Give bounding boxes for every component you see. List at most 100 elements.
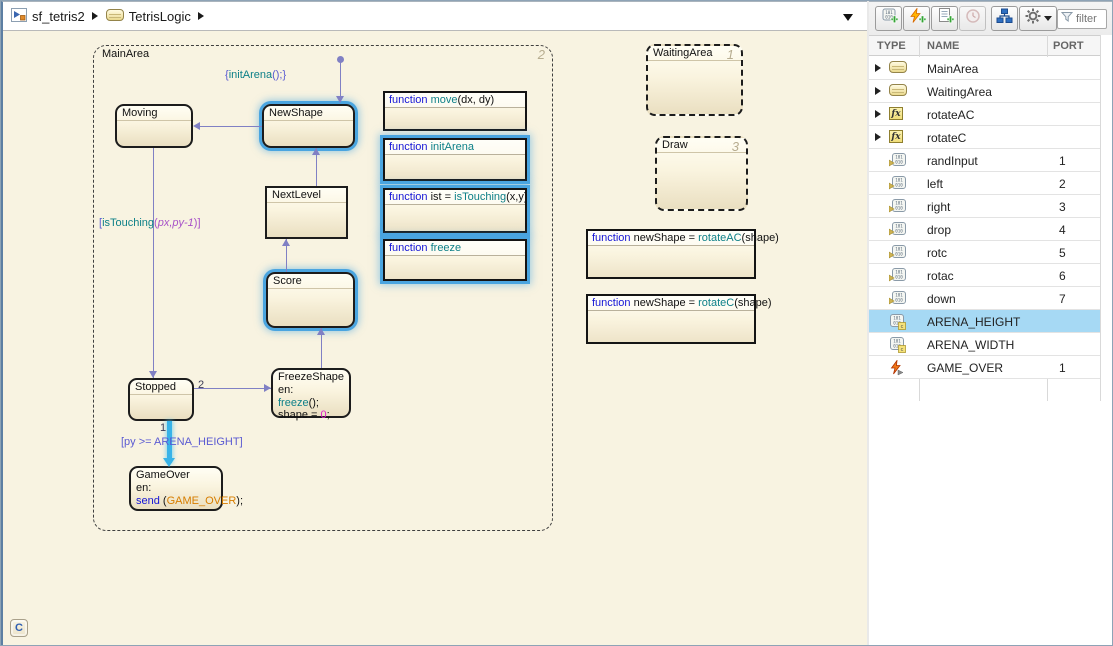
symbols-toolbar: 101010: [869, 2, 1113, 35]
state-stopped[interactable]: Stopped: [128, 378, 194, 421]
symbol-name: ARENA_WIDTH: [927, 338, 1014, 352]
breadcrumb-chart[interactable]: TetrisLogic: [106, 9, 191, 24]
table-row[interactable]: WaitingArea: [869, 80, 1100, 103]
symbol-name: down: [927, 292, 956, 306]
data-input-type-icon: 101010: [889, 245, 906, 265]
stateflow-editor-window: sf_tetris2 TetrisLogic MainArea 2: [0, 0, 1113, 646]
state-score[interactable]: Score: [266, 272, 355, 328]
state-gameover[interactable]: GameOver en: send(GAME_OVER);: [129, 466, 223, 511]
default-transition-origin[interactable]: [337, 56, 344, 63]
transition-order-label[interactable]: 1: [160, 422, 166, 434]
arrowhead-icon: [149, 371, 157, 378]
label-part: shape =: [278, 409, 321, 421]
table-row[interactable]: 101010 right 3: [869, 195, 1100, 218]
label-part: isTouching: [454, 191, 506, 203]
state-type-icon: [889, 61, 907, 73]
symbols-table: MainArea WaitingArea fx rotateAC fx rota…: [869, 57, 1100, 379]
transition-moving-to-stopped[interactable]: [153, 148, 154, 378]
column-header-port[interactable]: PORT: [1053, 40, 1084, 52]
expander-icon[interactable]: [875, 64, 881, 72]
execution-order-badge: 1: [727, 47, 734, 62]
state-title: NewShape: [264, 106, 353, 121]
table-row[interactable]: fx rotateC: [869, 126, 1100, 149]
transition-stopped-to-freezeshape[interactable]: [194, 388, 271, 389]
add-event-button[interactable]: [903, 6, 930, 31]
function-move[interactable]: functionmove(dx, dy): [383, 91, 527, 131]
state-freezeshape[interactable]: FreezeShape en: freeze(); shape = 0;: [271, 368, 351, 418]
chart-icon: [106, 9, 124, 24]
table-row[interactable]: 101010 left 2: [869, 172, 1100, 195]
arrowhead-icon: [282, 239, 290, 246]
data-input-type-icon: 101010: [889, 199, 906, 219]
transition-order-label[interactable]: 2: [198, 379, 204, 391]
table-row[interactable]: GAME_OVER 1: [869, 356, 1100, 379]
symbol-port: 3: [1059, 200, 1066, 214]
function-rotatec[interactable]: functionnewShape = rotateC(shape): [586, 294, 756, 344]
function-rotateac[interactable]: functionnewShape = rotateAC(shape): [586, 229, 756, 279]
transition-label-gameover-condition[interactable]: [py >= ARENA_HEIGHT]: [121, 436, 243, 448]
state-newshape[interactable]: NewShape: [262, 104, 355, 148]
table-row[interactable]: 101010 down 7: [869, 287, 1100, 310]
add-message-icon: [936, 8, 954, 30]
action-language-badge[interactable]: C: [10, 619, 28, 637]
table-row[interactable]: 101010 drop 4: [869, 218, 1100, 241]
function-type-icon: fx: [889, 130, 903, 143]
function-signature: functionist = isTouching(x,y): [385, 190, 525, 205]
breadcrumb-model[interactable]: sf_tetris2: [11, 8, 85, 25]
column-header-type[interactable]: TYPE: [877, 40, 906, 52]
table-row-selected[interactable]: 101010c ARENA_HEIGHT: [869, 310, 1100, 333]
function-istouching[interactable]: functionist = isTouching(x,y): [383, 188, 527, 233]
state-draw[interactable]: Draw 3: [655, 136, 748, 211]
add-data-button[interactable]: 101010: [875, 6, 902, 31]
state-moving[interactable]: Moving: [115, 104, 193, 148]
state-nextlevel[interactable]: NextLevel: [265, 186, 348, 239]
label-part: newShape =: [634, 232, 699, 244]
breadcrumb-model-label: sf_tetris2: [32, 9, 85, 24]
filter-input[interactable]: [1076, 13, 1106, 25]
table-row[interactable]: fx rotateAC: [869, 103, 1100, 126]
expander-icon[interactable]: [875, 87, 881, 95]
breadcrumb-dropdown-caret-icon[interactable]: [843, 14, 853, 21]
label-part: initArena: [431, 141, 474, 153]
breadcrumb: sf_tetris2 TetrisLogic: [3, 2, 867, 31]
label-part: (shape): [734, 297, 771, 309]
svg-text:010: 010: [895, 274, 903, 279]
expander-icon[interactable]: [875, 133, 881, 141]
add-event-icon: [908, 8, 926, 30]
editor-area: sf_tetris2 TetrisLogic MainArea 2: [1, 1, 867, 646]
function-initarena[interactable]: functioninitArena: [383, 138, 527, 181]
transition-newshape-to-moving[interactable]: [197, 126, 262, 127]
state-title: FreezeShape: [273, 370, 349, 384]
chart-canvas[interactable]: MainArea 2 {initArena();} [isT: [3, 31, 867, 646]
label-part: function: [592, 297, 634, 309]
table-row[interactable]: MainArea: [869, 57, 1100, 80]
view-hierarchy-button[interactable]: [991, 6, 1018, 31]
data-input-type-icon: 101010: [889, 222, 906, 242]
filter-box[interactable]: [1057, 9, 1107, 29]
table-row[interactable]: 101010 rotc 5: [869, 241, 1100, 264]
state-waitingarea[interactable]: WaitingArea 1: [646, 44, 743, 116]
label-part: initArena: [229, 69, 272, 81]
table-row[interactable]: 101010 rotac 6: [869, 264, 1100, 287]
transition-label-initarena[interactable]: {initArena();}: [225, 69, 286, 81]
table-row[interactable]: 101010 randInput 1: [869, 149, 1100, 172]
label-part: function: [389, 242, 431, 254]
add-message-button[interactable]: [931, 6, 958, 31]
label-part: )]: [194, 217, 201, 229]
svg-text:010: 010: [895, 205, 903, 210]
svg-text:c: c: [901, 347, 904, 353]
symbol-port: 7: [1059, 292, 1066, 306]
breadcrumb-chart-label: TetrisLogic: [129, 9, 191, 24]
state-title: Moving: [117, 106, 191, 121]
label-part: (dx, dy): [458, 94, 495, 106]
column-header-name[interactable]: NAME: [927, 40, 959, 52]
settings-button[interactable]: [1019, 6, 1057, 31]
transition-label-istouching[interactable]: [isTouching(px,py-1)]: [99, 217, 201, 229]
label-part: function: [389, 141, 431, 153]
table-row[interactable]: 101010c ARENA_WIDTH: [869, 333, 1100, 356]
function-freeze[interactable]: functionfreeze: [383, 239, 527, 281]
symbol-port: 2: [1059, 177, 1066, 191]
symbol-name: ARENA_HEIGHT: [927, 315, 1020, 329]
label-part: freeze: [278, 397, 309, 409]
expander-icon[interactable]: [875, 110, 881, 118]
